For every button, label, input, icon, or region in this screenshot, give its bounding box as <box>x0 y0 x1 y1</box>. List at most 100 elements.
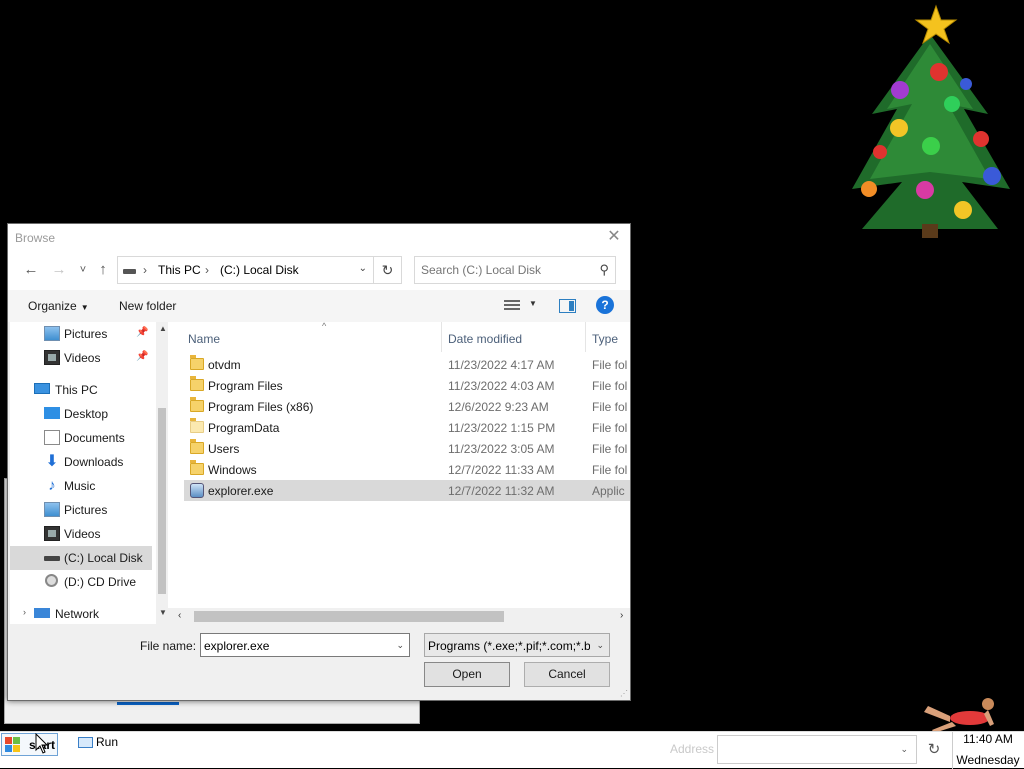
new-folder-button[interactable]: New folder <box>119 299 176 313</box>
file-row-users[interactable]: Users 11/23/2022 3:05 AM File fol <box>184 438 630 459</box>
column-header-label: Date modified <box>448 332 523 346</box>
file-type-filter-value: Programs (*.exe;*.pif;*.com;*.bat;*.cmd) <box>428 639 590 653</box>
sidebar-item-local-disk[interactable]: (C:) Local Disk <box>10 546 152 570</box>
organize-dropdown-icon: ▼ <box>80 303 89 312</box>
file-type: File fol <box>592 358 628 372</box>
preview-pane-icon[interactable] <box>559 299 576 313</box>
breadcrumb-separator-icon[interactable]: › <box>205 263 209 277</box>
cancel-button[interactable]: Cancel <box>524 662 610 687</box>
help-icon[interactable]: ? <box>596 296 614 314</box>
column-header-name[interactable]: Name ^ <box>182 322 442 352</box>
file-name-input[interactable] <box>204 639 384 653</box>
resize-grip-icon[interactable]: ⋰ <box>620 689 628 698</box>
file-name: Windows <box>208 463 257 477</box>
file-row-windows[interactable]: Windows 12/7/2022 11:33 AM File fol <box>184 459 630 480</box>
navigation-pane-scrollbar[interactable]: ▲ ▼ <box>156 322 166 624</box>
file-name: explorer.exe <box>208 484 274 498</box>
view-options-dropdown-icon[interactable]: ▼ <box>529 299 537 308</box>
file-type: File fol <box>592 442 628 456</box>
sidebar-item-label: Pictures <box>64 503 108 517</box>
sidebar-item-downloads[interactable]: ⬇ Downloads <box>10 450 152 474</box>
forward-arrow-icon[interactable]: → <box>50 261 68 279</box>
scroll-down-icon[interactable]: ▼ <box>159 608 166 617</box>
open-button[interactable]: Open <box>424 662 510 687</box>
scroll-right-icon[interactable]: › <box>620 610 623 621</box>
file-type-filter-select[interactable]: Programs (*.exe;*.pif;*.com;*.bat;*.cmd)… <box>424 633 610 657</box>
column-header-date-modified[interactable]: Date modified <box>442 322 586 352</box>
scroll-left-icon[interactable]: ‹ <box>178 610 181 621</box>
sidebar-item-videos-pinned[interactable]: Videos 📌 <box>10 346 152 370</box>
file-date: 12/6/2022 9:23 AM <box>448 400 549 414</box>
sidebar-item-label: Documents <box>64 431 125 445</box>
sidebar-item-cd-drive[interactable]: (D:) CD Drive <box>10 570 152 594</box>
sidebar-item-label: (C:) Local Disk <box>64 551 143 565</box>
up-arrow-icon[interactable]: ↑ <box>94 261 112 279</box>
breadcrumb-this-pc[interactable]: This PC <box>158 263 201 277</box>
file-row-program-files-x86[interactable]: Program Files (x86) 12/6/2022 9:23 AM Fi… <box>184 396 630 417</box>
dancer-decoration <box>924 698 994 733</box>
sidebar-item-desktop[interactable]: Desktop <box>10 402 152 426</box>
file-type-dropdown-chevron-icon[interactable]: ⌄ <box>596 640 604 651</box>
address-go-icon[interactable]: ↻ <box>921 735 947 764</box>
search-input[interactable] <box>421 263 591 277</box>
folder-icon <box>190 418 204 433</box>
file-name: Program Files <box>208 379 283 393</box>
search-box[interactable]: ⚲ <box>414 256 616 284</box>
file-row-explorer-exe[interactable]: explorer.exe 12/7/2022 11:32 AM Applic <box>184 480 630 501</box>
address-dropdown-chevron-icon[interactable]: ⌄ <box>900 744 908 755</box>
file-row-otvdm[interactable]: otvdm 11/23/2022 4:17 AM File fol <box>184 354 630 375</box>
sidebar-item-this-pc[interactable]: This PC <box>10 378 152 402</box>
sidebar-item-documents[interactable]: Documents <box>10 426 152 450</box>
videos-icon <box>44 350 60 365</box>
start-button[interactable]: start <box>1 733 58 756</box>
breadcrumb-local-disk[interactable]: (C:) Local Disk <box>220 263 299 277</box>
back-arrow-icon[interactable]: ← <box>22 261 40 279</box>
pin-icon[interactable]: 📌 <box>136 327 148 338</box>
recent-locations-chevron-icon[interactable]: ˅ <box>74 261 92 279</box>
sidebar-item-videos[interactable]: Videos <box>10 522 152 546</box>
downloads-icon: ⬇ <box>45 453 59 470</box>
file-name-combobox[interactable]: ⌄ <box>200 633 410 657</box>
close-icon[interactable]: ✕ <box>600 226 628 248</box>
file-type: Applic <box>592 484 625 498</box>
column-header-label: Name <box>188 332 221 346</box>
christmas-tree-decoration <box>852 4 1010 238</box>
file-list-horizontal-scrollbar[interactable]: ‹ › <box>168 608 630 624</box>
title-bar[interactable]: Browse ✕ <box>8 224 630 250</box>
navigation-pane[interactable]: Pictures 📌 Videos 📌 This PC Desktop Docu… <box>10 322 166 624</box>
address-toolbar-input[interactable]: ⌄ <box>717 735 917 764</box>
sort-ascending-icon: ^ <box>322 322 327 331</box>
sidebar-item-label: Network <box>55 607 100 621</box>
file-date: 11/23/2022 1:15 PM <box>448 421 556 435</box>
command-bar: Organize ▼ New folder ▼ ? <box>8 290 630 322</box>
scroll-up-icon[interactable]: ▲ <box>159 324 166 333</box>
sidebar-item-pictures[interactable]: Pictures <box>10 498 152 522</box>
file-date: 11/23/2022 4:03 AM <box>448 379 555 393</box>
file-list[interactable]: Name ^ Date modified Type otvdm 11/23/20… <box>168 322 630 624</box>
file-row-program-files[interactable]: Program Files 11/23/2022 4:03 AM File fo… <box>184 375 630 396</box>
sidebar-item-network[interactable]: › Network <box>10 602 152 624</box>
sidebar-item-label: Pictures <box>64 327 108 341</box>
column-header-type[interactable]: Type <box>586 322 630 352</box>
file-name-dropdown-chevron-icon[interactable]: ⌄ <box>396 640 404 651</box>
address-dropdown-chevron-icon[interactable]: ⌄ <box>359 263 367 274</box>
refresh-icon[interactable]: ↻ <box>374 256 402 284</box>
sidebar-item-pictures-pinned[interactable]: Pictures 📌 <box>10 322 152 346</box>
file-name: otvdm <box>208 358 241 372</box>
file-type: File fol <box>592 379 628 393</box>
system-clock[interactable]: 11:40 AM Wednesday <box>952 732 1024 769</box>
scrollbar-thumb[interactable] <box>158 408 166 594</box>
dialog-title: Browse <box>15 231 56 245</box>
scrollbar-thumb[interactable] <box>194 611 504 622</box>
sidebar-item-label: This PC <box>55 383 98 397</box>
change-view-icon[interactable] <box>504 300 520 312</box>
file-name: ProgramData <box>208 421 280 435</box>
address-bar[interactable]: › This PC › (C:) Local Disk ⌄ <box>117 256 374 284</box>
file-row-programdata[interactable]: ProgramData 11/23/2022 1:15 PM File fol <box>184 417 630 438</box>
network-icon <box>34 608 50 618</box>
sidebar-item-music[interactable]: ♪ Music <box>10 474 152 498</box>
pin-icon[interactable]: 📌 <box>136 351 148 362</box>
expand-chevron-icon[interactable]: › <box>23 607 26 617</box>
search-icon[interactable]: ⚲ <box>599 262 609 278</box>
organize-button[interactable]: Organize ▼ <box>28 299 89 313</box>
